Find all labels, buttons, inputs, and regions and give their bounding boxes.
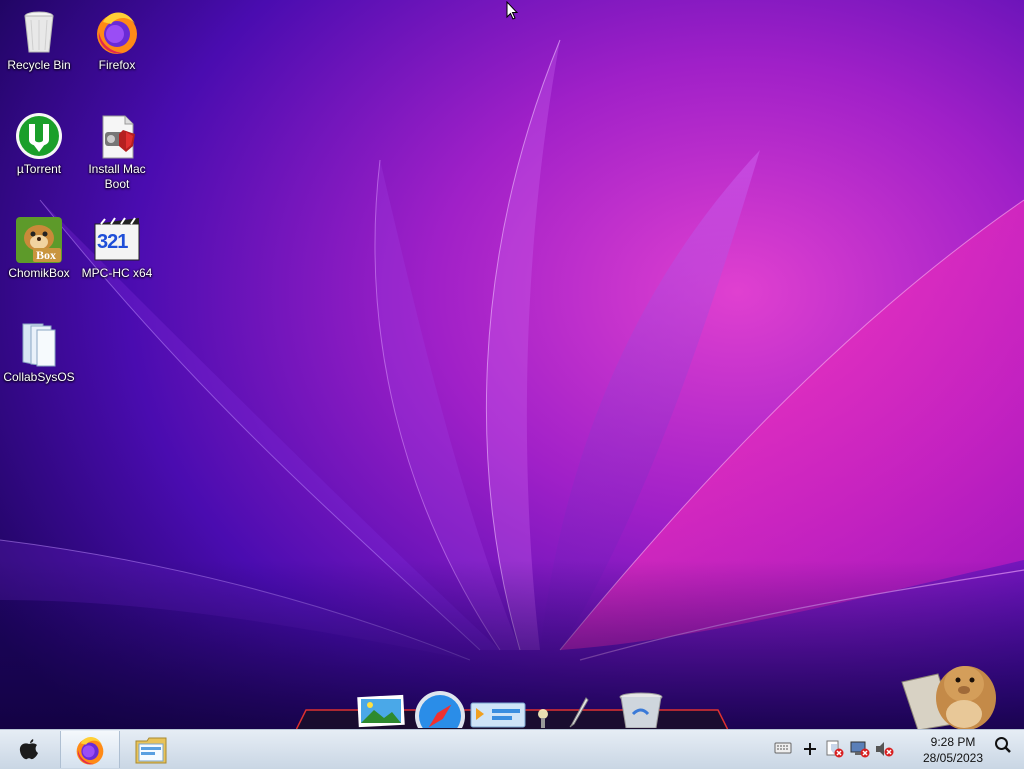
desktop-icon-mpc-hc[interactable]: 321 MPC-HC x64	[76, 216, 158, 281]
taskbar-firefox-button[interactable]	[60, 731, 120, 768]
network-disconnected-icon[interactable]	[850, 740, 870, 758]
desktop-icon-firefox[interactable]: Firefox	[76, 8, 158, 73]
desktop-icon-label: µTorrent	[16, 162, 62, 176]
firefox-icon	[93, 8, 141, 56]
taskbar-clock[interactable]: 9:28 PM 28/05/2023	[910, 734, 996, 766]
desktop-icon-label: Recycle Bin	[7, 58, 71, 72]
desktop-icon-recycle-bin[interactable]: Recycle Bin	[0, 8, 80, 73]
desktop-icon-chomikbox[interactable]: Box ChomikBox	[0, 216, 80, 281]
security-warning-icon[interactable]	[826, 740, 844, 758]
dock	[296, 688, 728, 730]
folder-icon	[15, 320, 63, 368]
photo-icon[interactable]	[356, 694, 406, 728]
trash-icon[interactable]	[618, 692, 664, 728]
desktop-icon-label: ChomikBox	[8, 266, 70, 280]
recycle-bin-icon	[15, 8, 63, 56]
plus-icon[interactable]	[802, 741, 818, 757]
installer-icon	[93, 112, 141, 160]
search-icon[interactable]	[994, 736, 1012, 754]
pen-icon[interactable]	[566, 696, 590, 728]
desktop-icon-utorrent[interactable]: µTorrent	[0, 112, 80, 177]
desktop-icon-label: Firefox	[98, 58, 136, 72]
chomikbox-badge: Box	[36, 248, 57, 262]
desktop-icon-label: Install Mac Boot	[88, 162, 146, 191]
apple-menu-button[interactable]	[8, 731, 50, 768]
desktop-icon-label: CollabSysOS	[3, 370, 75, 384]
clock-date: 28/05/2023	[922, 751, 984, 765]
desktop-icon-label: MPC-HC x64	[81, 266, 153, 280]
media-player-icon: 321	[93, 216, 141, 264]
safari-icon[interactable]	[414, 690, 466, 728]
apple-logo-icon	[19, 739, 38, 760]
desktop-icon-collabsysos[interactable]: CollabSysOS	[0, 320, 80, 385]
keyboard-icon[interactable]	[774, 740, 792, 754]
utorrent-icon	[15, 112, 63, 160]
hamster-widget-icon	[901, 666, 996, 730]
mpc-badge: 321	[97, 231, 128, 253]
clock-time: 9:28 PM	[930, 735, 976, 749]
desktop-icon-install-mac-boot[interactable]: Install Mac Boot	[76, 112, 158, 192]
mouse-cursor-icon	[506, 1, 518, 20]
lamp-icon[interactable]	[534, 704, 552, 728]
firefox-icon	[76, 737, 104, 765]
chomikbox-icon: Box	[15, 216, 63, 264]
taskbar: 9:28 PM 28/05/2023	[0, 729, 1024, 769]
taskbar-explorer-button[interactable]	[128, 731, 174, 768]
volume-muted-icon[interactable]	[874, 740, 894, 758]
preview-icon[interactable]	[470, 702, 526, 728]
file-explorer-icon	[135, 737, 167, 764]
